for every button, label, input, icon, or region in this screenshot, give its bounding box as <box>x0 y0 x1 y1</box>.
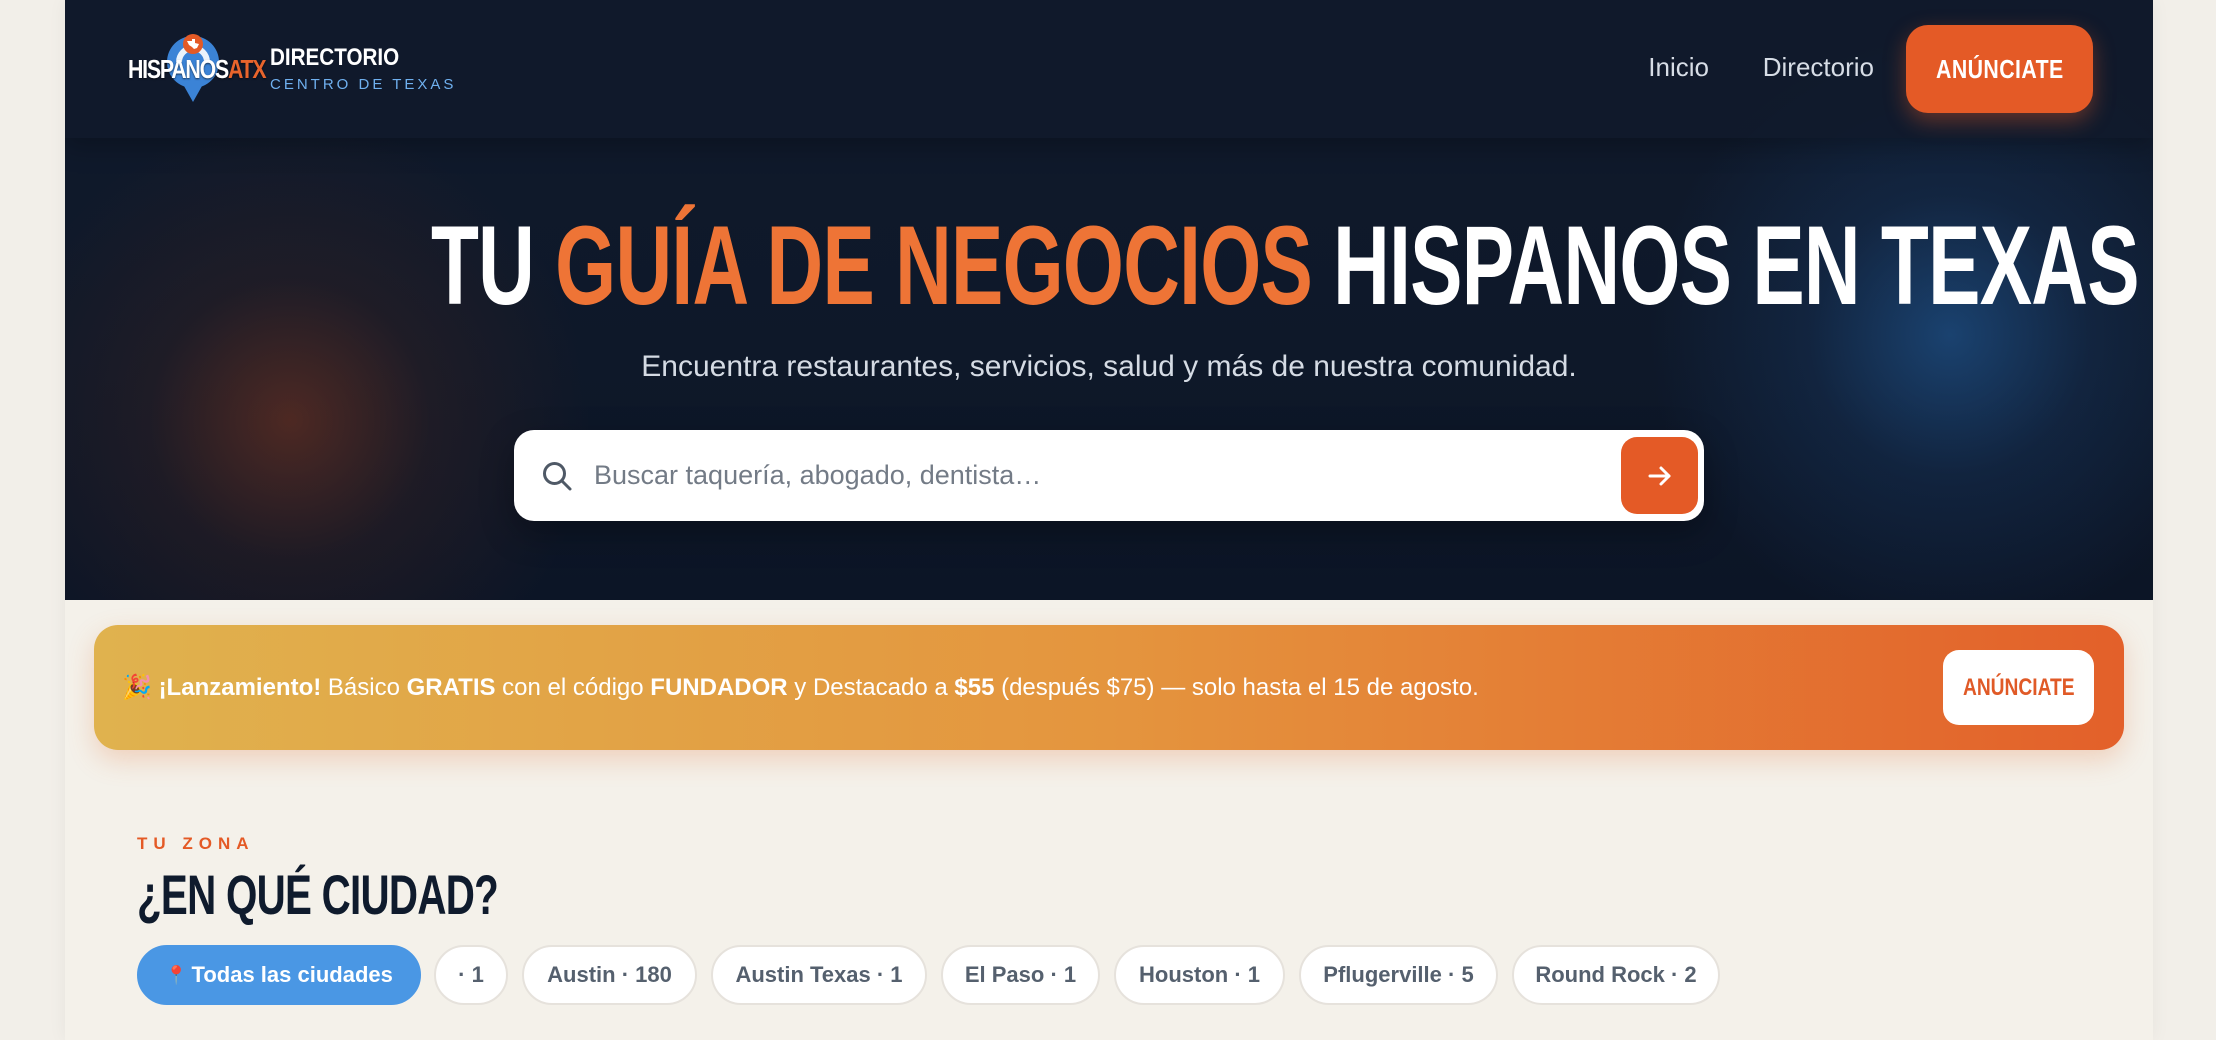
logo-wordmark: HISPANOSATX <box>128 54 267 84</box>
nav-advertise-label: ANÚNCIATE <box>1935 53 2064 84</box>
hero-subtitle: Encuentra restaurantes, servicios, salud… <box>641 350 1577 383</box>
search-icon <box>543 462 572 491</box>
search-bar <box>514 430 1704 521</box>
party-icon: 🎉 <box>122 674 152 701</box>
brand-title: DIRECTORIO <box>270 44 400 71</box>
arrow-right-icon <box>1648 466 1670 485</box>
chip-pflugerville[interactable]: Pflugerville · 5 <box>1299 945 1498 1005</box>
chip-round-rock[interactable]: Round Rock · 2 <box>1512 945 1720 1005</box>
nav-link-directorio[interactable]: Directorio <box>1763 52 1874 83</box>
search-input[interactable] <box>594 450 1574 500</box>
nav-link-inicio[interactable]: Inicio <box>1648 52 1709 83</box>
promo-advertise-button[interactable]: ANÚNCIATE <box>1943 650 2094 725</box>
promo-advertise-label: ANÚNCIATE <box>1962 673 2075 701</box>
zone-title: ¿EN QUÉ CIUDAD? <box>137 863 499 926</box>
chip-unnamed-city[interactable]: · 1 <box>434 945 508 1005</box>
chip-todas-las-ciudades[interactable]: 📍 Todas las ciudades <box>137 945 421 1005</box>
brand-subtitle: CENTRO DE TEXAS <box>270 76 457 93</box>
chip-el-paso[interactable]: El Paso · 1 <box>941 945 1100 1005</box>
hero-title-accent: GUÍA DE NEGOCIOS <box>555 203 1313 328</box>
chip-houston[interactable]: Houston · 1 <box>1114 945 1285 1005</box>
zone-eyebrow: TU ZONA <box>137 834 255 853</box>
top-navbar: HISPANOSATX DIRECTORIO CENTRO DE TEXAS I… <box>65 0 2153 138</box>
promo-text: 🎉 ¡Lanzamiento! Básico GRATIS con el cód… <box>122 674 1479 701</box>
brand-block: DIRECTORIO CENTRO DE TEXAS <box>270 44 456 93</box>
chip-austin-texas[interactable]: Austin Texas · 1 <box>711 945 927 1005</box>
page: HISPANOSATX DIRECTORIO CENTRO DE TEXAS I… <box>65 0 2153 1040</box>
map-pin-icon: 📍 <box>165 964 188 985</box>
logo[interactable]: HISPANOSATX <box>128 30 267 106</box>
hero-title: TU GUÍA DE NEGOCIOS HISPANOS EN TEXAS <box>430 203 2140 328</box>
hero-section: HISPANOSATX DIRECTORIO CENTRO DE TEXAS I… <box>65 0 2153 600</box>
nav-advertise-button[interactable]: ANÚNCIATE <box>1906 25 2093 113</box>
promo-banner: 🎉 ¡Lanzamiento! Básico GRATIS con el cód… <box>94 625 2124 750</box>
chip-austin[interactable]: Austin · 180 <box>522 945 697 1005</box>
search-submit-button[interactable] <box>1621 437 1698 514</box>
